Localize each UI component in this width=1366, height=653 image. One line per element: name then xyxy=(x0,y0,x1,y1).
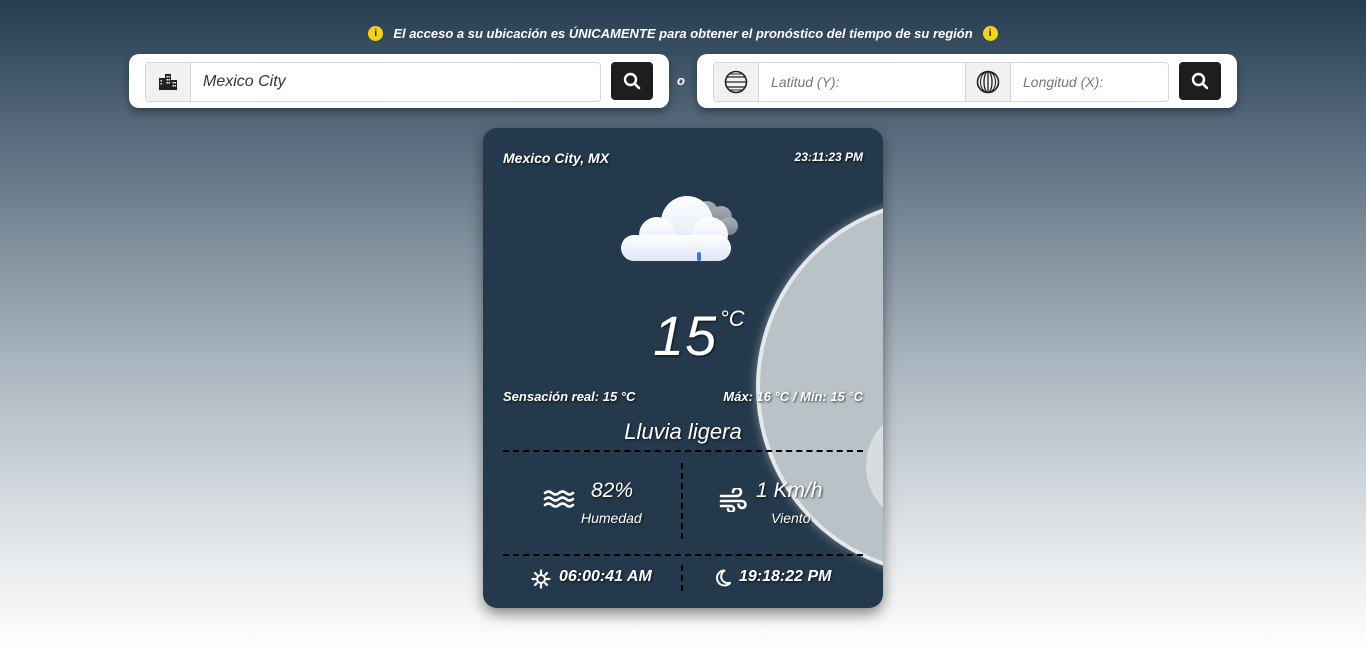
max-min-temperature: Máx: 16 °C / Mín: 15 °C xyxy=(723,389,863,404)
info-icon: i xyxy=(368,26,384,41)
divider xyxy=(503,554,863,556)
city-search-button[interactable] xyxy=(611,62,653,100)
moon-icon xyxy=(714,569,732,592)
sunrise-time: 06:00:41 AM xyxy=(559,568,652,585)
location-notice-text: El acceso a su ubicación es ÚNICAMENTE p… xyxy=(393,26,973,41)
divider xyxy=(681,565,683,591)
city-search-input[interactable] xyxy=(191,64,600,100)
longitude-input[interactable] xyxy=(1011,64,1168,100)
city-search-panel xyxy=(129,54,669,108)
city-input-group xyxy=(145,62,601,102)
wind-value: 1 Km/h xyxy=(756,479,823,502)
humidity-value: 82% xyxy=(591,479,634,502)
sun-icon xyxy=(531,569,551,594)
weather-description: Lluvia ligera xyxy=(624,419,742,444)
weather-card: Mexico City, MX 23:11:23 PM 15 °C Sensac… xyxy=(483,128,883,608)
city-buildings-icon xyxy=(146,63,191,101)
location-notice: i El acceso a su ubicación es ÚNICAMENTE… xyxy=(0,26,1366,41)
temperature-value: 15 xyxy=(653,304,718,367)
humidity-waves-icon xyxy=(543,489,575,514)
temperature-unit: °C xyxy=(720,306,745,331)
or-separator: o xyxy=(677,73,685,88)
location-name: Mexico City, MX xyxy=(503,150,610,166)
coordinates-input-group xyxy=(713,62,1169,102)
coordinates-search-panel xyxy=(697,54,1237,108)
feels-like: Sensación real: 15 °C xyxy=(503,389,636,404)
info-icon: i xyxy=(982,26,998,41)
sunset-time: 19:18:22 PM xyxy=(739,568,832,585)
search-icon xyxy=(623,72,641,90)
humidity-label: Humedad xyxy=(581,510,642,526)
search-icon xyxy=(1191,72,1209,90)
cloud-rain-icon xyxy=(619,190,751,273)
wind-icon xyxy=(719,486,747,517)
latitude-input[interactable] xyxy=(759,64,965,100)
divider xyxy=(503,450,863,452)
coordinates-search-button[interactable] xyxy=(1179,62,1221,100)
wind-label: Viento xyxy=(771,510,811,526)
divider xyxy=(681,463,683,539)
longitude-globe-icon xyxy=(965,63,1011,101)
current-time: 23:11:23 PM xyxy=(794,150,863,164)
latitude-globe-icon xyxy=(714,63,759,101)
